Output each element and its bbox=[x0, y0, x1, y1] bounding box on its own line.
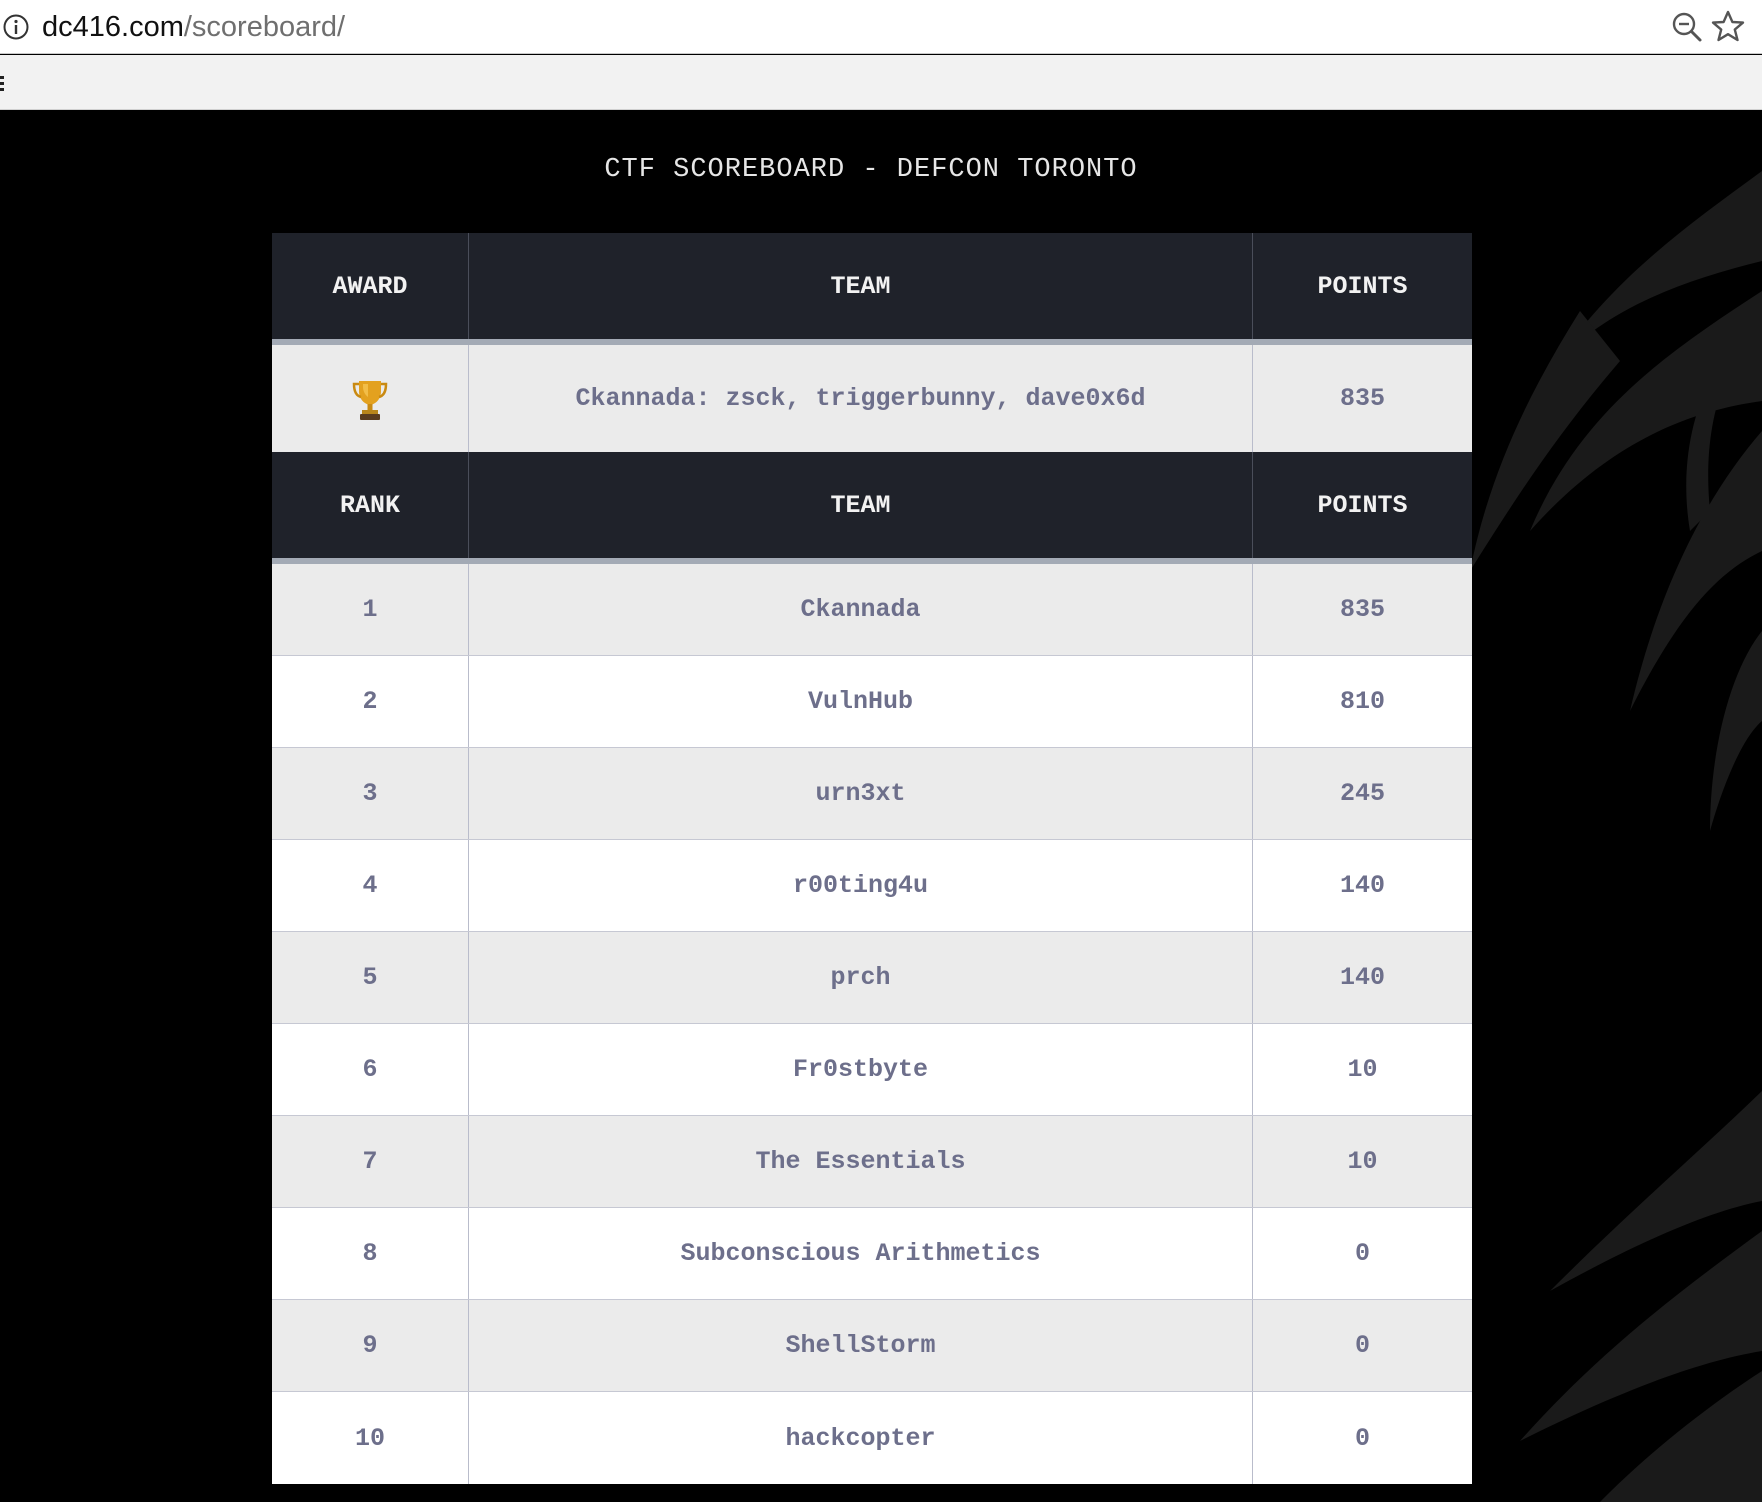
points-cell: 835 bbox=[1339, 595, 1385, 624]
points-cell: 0 bbox=[1354, 1423, 1370, 1453]
points-cell: 140 bbox=[1339, 871, 1385, 900]
rank-cell: 8 bbox=[272, 1208, 469, 1299]
award-points: 835 bbox=[1339, 384, 1385, 413]
award-header[interactable]: AWARD bbox=[272, 233, 469, 339]
rank-rows: 1 Ckannada 835 2 VulnHub 810 3 urn3xt 24… bbox=[272, 564, 1472, 1484]
points-cell: 245 bbox=[1339, 779, 1385, 808]
table-row: 1 Ckannada 835 bbox=[272, 564, 1472, 656]
trophy-icon bbox=[352, 380, 388, 420]
url-path: /scoreboard/ bbox=[183, 11, 346, 43]
team-cell: Ckannada bbox=[469, 564, 1253, 655]
rank-header[interactable]: RANK bbox=[272, 452, 469, 558]
award-cell bbox=[272, 345, 469, 452]
team-cell: Fr0stbyte bbox=[469, 1024, 1253, 1115]
scoreboard-page: CTF SCOREBOARD - DEFCON TORONTO AWARD TE… bbox=[0, 111, 1762, 1502]
team-cell: Subconscious Arithmetics bbox=[469, 1208, 1253, 1299]
table-row: 2 VulnHub 810 bbox=[272, 656, 1472, 748]
table-row: 5 prch 140 bbox=[272, 932, 1472, 1024]
table-row: 8 Subconscious Arithmetics 0 bbox=[272, 1208, 1472, 1300]
rank-cell: 9 bbox=[272, 1300, 469, 1391]
points-header[interactable]: POINTS bbox=[1253, 233, 1472, 339]
rank-cell: 4 bbox=[272, 840, 469, 931]
team-cell: hackcopter bbox=[469, 1392, 1253, 1484]
rank-cell: 2 bbox=[272, 656, 469, 747]
points-header[interactable]: POINTS bbox=[1253, 452, 1472, 558]
zoom-out-icon[interactable] bbox=[1670, 10, 1704, 44]
team-cell: VulnHub bbox=[469, 656, 1253, 747]
bookmark-star-icon[interactable] bbox=[1710, 9, 1746, 45]
team-cell: ShellStorm bbox=[469, 1300, 1253, 1391]
team-cell: r00ting4u bbox=[469, 840, 1253, 931]
scoreboard-table: AWARD TEAM POINTS Ckannada: zsck, trigge… bbox=[272, 233, 1472, 1484]
points-cell: 810 bbox=[1339, 687, 1385, 716]
team-cell: prch bbox=[469, 932, 1253, 1023]
rank-cell: 1 bbox=[272, 564, 469, 655]
table-row: 7 The Essentials 10 bbox=[272, 1116, 1472, 1208]
info-icon[interactable] bbox=[2, 13, 30, 41]
team-header[interactable]: TEAM bbox=[469, 233, 1253, 339]
award-row: Ckannada: zsck, triggerbunny, dave0x6d 8… bbox=[272, 345, 1472, 452]
points-cell: 140 bbox=[1339, 963, 1385, 992]
award-team: Ckannada: zsck, triggerbunny, dave0x6d bbox=[469, 345, 1253, 452]
rank-table-header: RANK TEAM POINTS bbox=[272, 452, 1472, 564]
browser-address-bar[interactable]: dc416.com/scoreboard/ bbox=[0, 0, 1762, 54]
table-row: 3 urn3xt 245 bbox=[272, 748, 1472, 840]
url-text[interactable]: dc416.com/scoreboard/ bbox=[42, 8, 345, 46]
points-cell: 0 bbox=[1354, 1239, 1370, 1268]
table-row: 10 hackcopter 0 bbox=[272, 1392, 1472, 1484]
rank-cell: 5 bbox=[272, 932, 469, 1023]
rank-cell: 6 bbox=[272, 1024, 469, 1115]
team-cell: urn3xt bbox=[469, 748, 1253, 839]
points-cell: 0 bbox=[1354, 1331, 1370, 1360]
team-header[interactable]: TEAM bbox=[469, 452, 1253, 558]
rank-cell: 3 bbox=[272, 748, 469, 839]
table-row: 4 r00ting4u 140 bbox=[272, 840, 1472, 932]
table-row: 6 Fr0stbyte 10 bbox=[272, 1024, 1472, 1116]
page-title: CTF SCOREBOARD - DEFCON TORONTO bbox=[604, 155, 1138, 185]
team-cell: The Essentials bbox=[469, 1116, 1253, 1207]
points-cell: 10 bbox=[1347, 1055, 1378, 1084]
rank-cell: 7 bbox=[272, 1116, 469, 1207]
url-host: dc416.com bbox=[42, 11, 184, 43]
award-table-header: AWARD TEAM POINTS bbox=[272, 233, 1472, 345]
bookmarks-overflow-icon[interactable] bbox=[0, 75, 6, 91]
table-row: 9 ShellStorm 0 bbox=[272, 1300, 1472, 1392]
bookmarks-bar bbox=[0, 55, 1762, 110]
points-cell: 10 bbox=[1347, 1147, 1378, 1176]
rank-cell: 10 bbox=[272, 1392, 469, 1484]
